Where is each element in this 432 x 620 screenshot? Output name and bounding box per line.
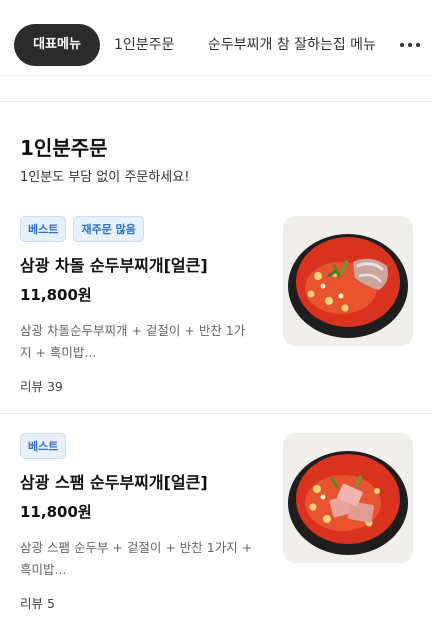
best-badge: 베스트 bbox=[20, 216, 67, 242]
review-count: 리뷰 39 bbox=[20, 379, 63, 394]
item-divider bbox=[0, 413, 432, 414]
menu-item-description: 삼광 차돌순두부찌개 + 겉절이 + 반찬 1가지 + 흑미밥... bbox=[20, 323, 246, 360]
menu-item-photo[interactable] bbox=[283, 216, 413, 346]
menu-item[interactable]: 베스트 재주문 많음 삼광 차돌 순두부찌개[얼큰] 11,800원 삼광 차돌… bbox=[0, 216, 432, 396]
menu-item-price: 11,800원 bbox=[20, 503, 92, 521]
sundubu-brisket-image bbox=[283, 216, 413, 346]
menu-item-price: 11,800원 bbox=[20, 286, 92, 304]
menu-item-name: 삼광 스팸 순두부찌개[얼큰] bbox=[20, 473, 208, 492]
menu-item-description: 삼광 스팸 순두부 + 겉절이 + 반찬 1가지 + 흑미밥... bbox=[20, 540, 253, 577]
review-count: 리뷰 5 bbox=[20, 596, 55, 611]
menu-item-name: 삼광 차돌 순두부찌개[얼큰] bbox=[20, 256, 208, 275]
more-horizontal-icon[interactable] bbox=[398, 32, 422, 56]
badge-group: 베스트 bbox=[20, 433, 68, 459]
menu-item[interactable]: 베스트 삼광 스팸 순두부찌개[얼큰] 11,800원 삼광 스팸 순두부 + … bbox=[0, 433, 432, 613]
sundubu-spam-image bbox=[283, 433, 413, 563]
tab-single-order[interactable]: 1인분주문 bbox=[114, 24, 174, 66]
section-title: 1인분주문 bbox=[20, 136, 108, 160]
section-divider bbox=[0, 101, 432, 102]
section-subtitle: 1인분도 부담 없이 주문하세요! bbox=[20, 170, 190, 185]
best-badge: 베스트 bbox=[20, 433, 67, 459]
menu-tab-bar: 대표메뉴 1인분주문 순두부찌개 참 잘하는집 메뉴 bbox=[0, 0, 432, 76]
badge-group: 베스트 재주문 많음 bbox=[20, 216, 146, 242]
tab-store-menu[interactable]: 순두부찌개 참 잘하는집 메뉴 bbox=[208, 24, 386, 66]
menu-item-photo[interactable] bbox=[283, 433, 413, 563]
reorder-badge: 재주문 많음 bbox=[73, 216, 144, 242]
tab-signature-menu[interactable]: 대표메뉴 bbox=[14, 24, 100, 66]
